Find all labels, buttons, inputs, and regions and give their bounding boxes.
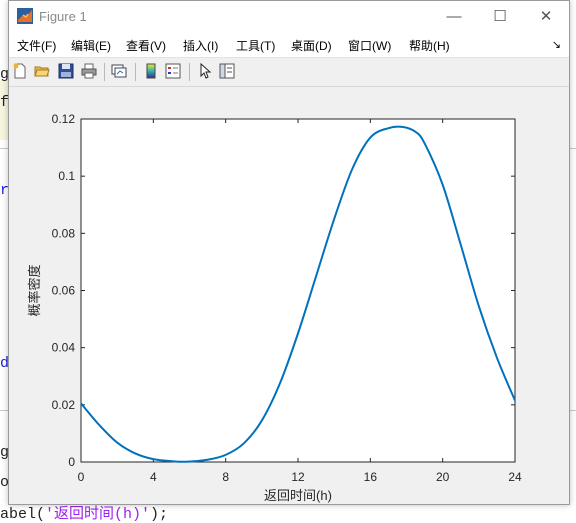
x-tick-label: 24 xyxy=(508,470,522,484)
x-tick-label: 16 xyxy=(364,470,378,484)
plot-area: 0 0.02 0.04 0.06 0.08 0.1 0.12 0 4 8 12 16 20 24 返回时… xyxy=(9,87,569,505)
link-plot-icon[interactable] xyxy=(111,63,127,79)
x-axis-label: 返回时间(h) xyxy=(264,488,332,503)
y-tick-label: 0.04 xyxy=(52,341,76,355)
menu-desktop[interactable]: 桌面(D) xyxy=(291,37,332,54)
y-tick-label: 0.06 xyxy=(52,284,76,298)
toolbar-separator xyxy=(135,63,136,81)
code-function: abel( xyxy=(0,506,46,523)
figure-window: Figure 1 — ☐ ✕ 文件(F) 编辑(E) 查看(V) 插入(I) 工… xyxy=(8,0,570,505)
print-icon[interactable] xyxy=(81,63,97,79)
menu-insert[interactable]: 插入(I) xyxy=(183,37,218,54)
save-icon[interactable] xyxy=(58,63,74,79)
menu-help[interactable]: 帮助(H) xyxy=(409,37,450,54)
close-button[interactable]: ✕ xyxy=(523,1,569,33)
y-axis: 0 0.02 0.04 0.06 0.08 0.1 0.12 xyxy=(52,112,76,469)
menu-file[interactable]: 文件(F) xyxy=(17,37,56,54)
x-tick-label: 20 xyxy=(436,470,450,484)
y-tick-label: 0 xyxy=(68,455,75,469)
matlab-icon xyxy=(17,8,33,24)
code-suffix: ); xyxy=(150,506,169,523)
line-chart: 0 0.02 0.04 0.06 0.08 0.1 0.12 0 4 8 12 16 20 24 返回时… xyxy=(27,112,522,503)
menu-edit[interactable]: 编辑(E) xyxy=(71,37,111,54)
pointer-icon[interactable] xyxy=(197,63,213,79)
minimize-button[interactable]: — xyxy=(431,1,477,33)
window-title: Figure 1 xyxy=(39,9,87,24)
x-tick-label: 8 xyxy=(222,470,229,484)
menu-window[interactable]: 窗口(W) xyxy=(348,37,391,54)
y-tick-label: 0.1 xyxy=(58,169,75,183)
menu-tools[interactable]: 工具(T) xyxy=(236,37,275,54)
x-tick-label: 4 xyxy=(150,470,157,484)
editor-code-line: abel('返回时间(h)'); xyxy=(0,502,168,523)
x-axis: 0 4 8 12 16 20 24 xyxy=(78,470,522,484)
open-file-icon[interactable] xyxy=(34,63,50,79)
property-editor-icon[interactable] xyxy=(219,63,235,79)
toolbar xyxy=(9,57,569,87)
maximize-button[interactable]: ☐ xyxy=(477,1,523,33)
legend-icon[interactable] xyxy=(165,63,181,79)
x-tick-label: 0 xyxy=(78,470,85,484)
y-tick-label: 0.02 xyxy=(52,398,76,412)
new-figure-icon[interactable] xyxy=(12,63,28,79)
menu-view[interactable]: 查看(V) xyxy=(126,37,166,54)
x-tick-label: 12 xyxy=(291,470,305,484)
title-bar[interactable]: Figure 1 — ☐ ✕ xyxy=(9,1,569,33)
toolbar-separator xyxy=(189,63,190,81)
code-string: '返回时间(h)' xyxy=(45,506,151,523)
y-tick-label: 0.08 xyxy=(52,226,76,240)
axes-box xyxy=(80,118,516,463)
menu-overflow-icon[interactable]: ↘ xyxy=(552,38,561,51)
y-axis-label: 概率密度 xyxy=(27,264,42,316)
y-tick-label: 0.12 xyxy=(52,112,76,126)
colorbar-icon[interactable] xyxy=(143,63,159,79)
menu-bar: 文件(F) 编辑(E) 查看(V) 插入(I) 工具(T) 桌面(D) 窗口(W… xyxy=(9,33,569,57)
toolbar-separator xyxy=(104,63,105,81)
